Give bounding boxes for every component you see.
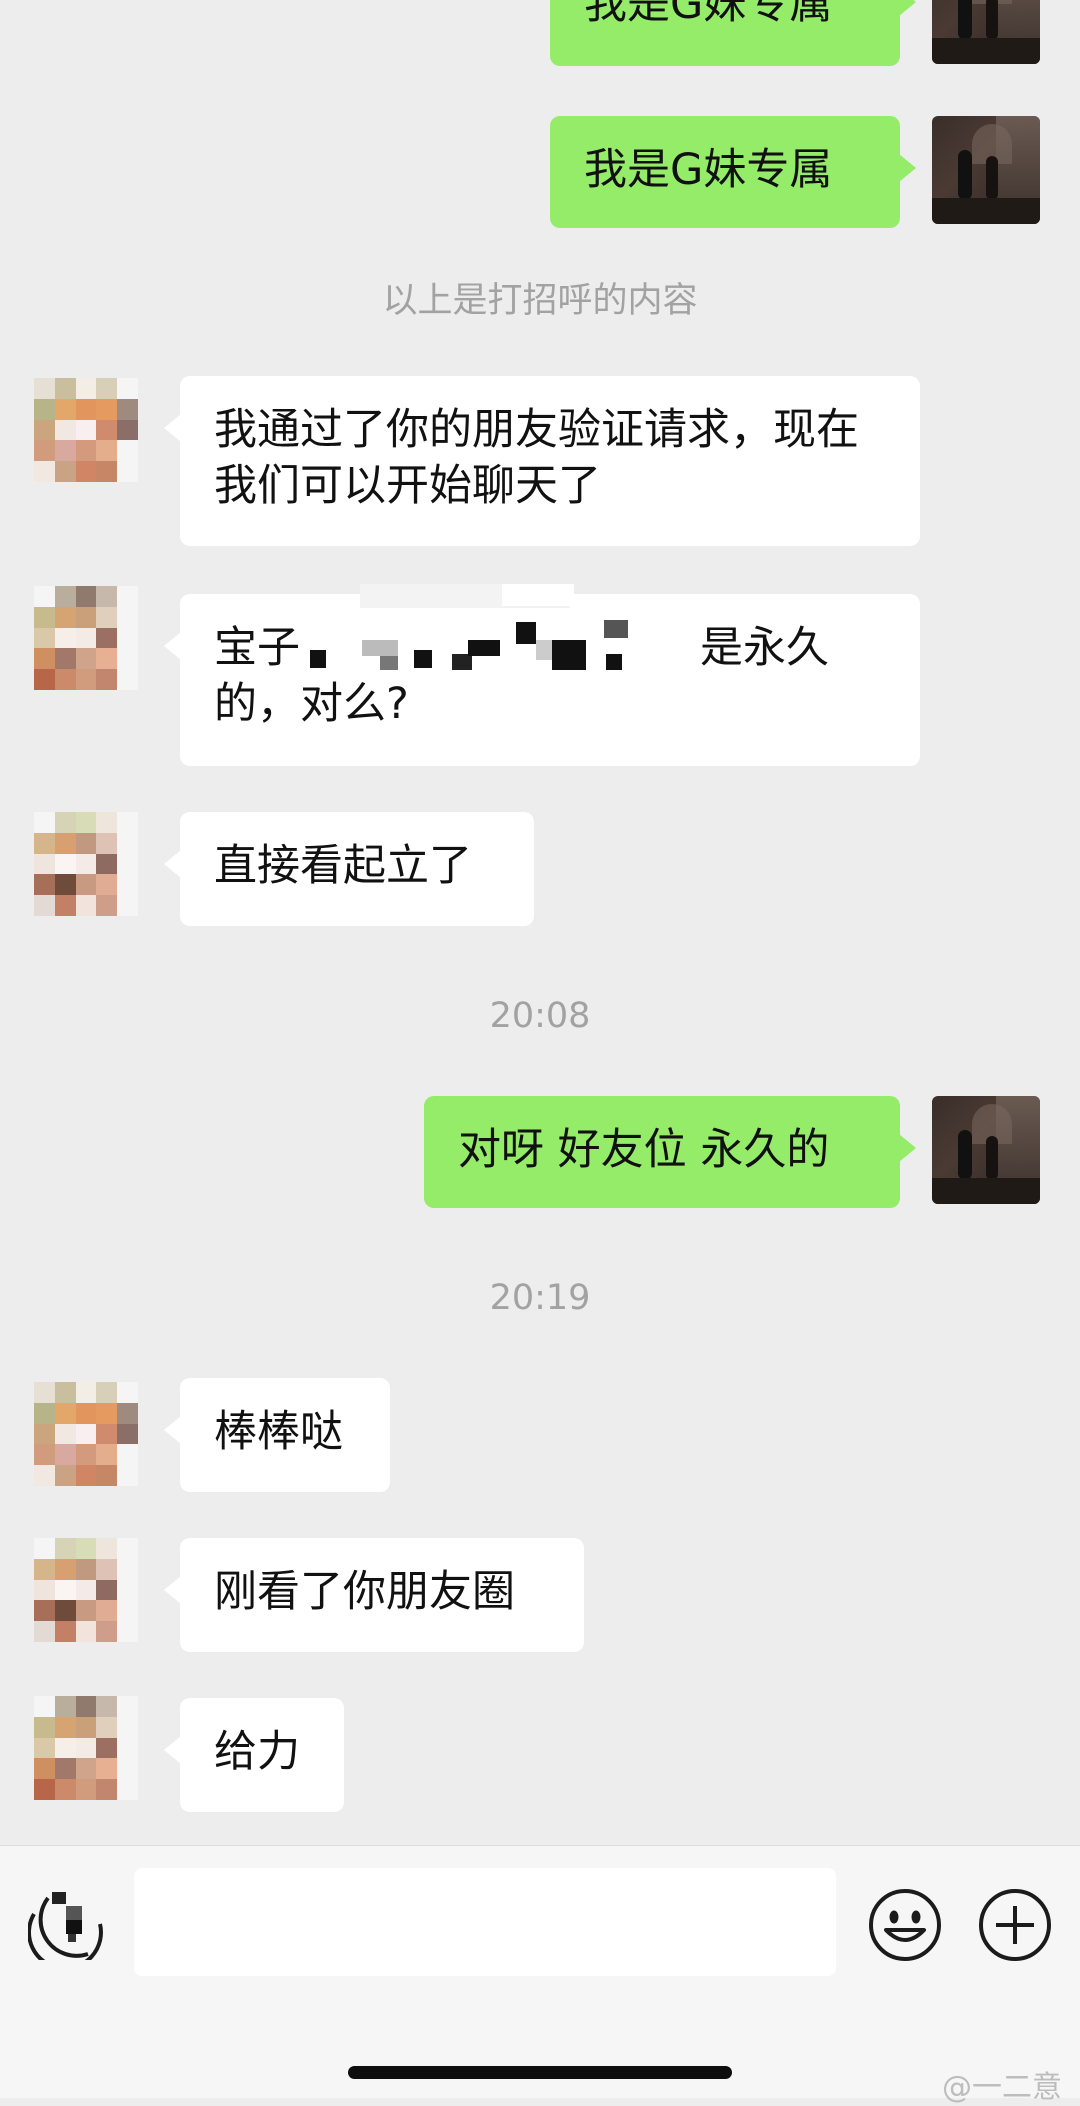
message-bubble-outgoing[interactable]: 对呀 好友位 永久的 [424, 1096, 916, 1208]
message-text: 我通过了你的朋友验证请求，现在我们可以开始聊天了 [214, 405, 859, 511]
voice-icon [26, 1892, 103, 1971]
message-text: 对呀 好友位 永久的 [458, 1125, 830, 1175]
message-text: 直接看起立了 [214, 841, 472, 891]
friend-avatar[interactable] [34, 1696, 138, 1800]
message-text-start: 宝子 [214, 623, 300, 673]
chat-area[interactable]: 我是G妹专属 我是G妹专属 以上是打招呼的内容 我通过了你的朋友验证请求，现在我… [0, 0, 1080, 1845]
message-text: 刚看了你朋友圈 [214, 1567, 515, 1617]
message-bubble-incoming[interactable]: 棒棒哒 [164, 1378, 390, 1492]
friend-avatar[interactable] [34, 1538, 138, 1642]
message-bubble-incoming[interactable]: 给力 [164, 1698, 344, 1812]
voice-button[interactable] [26, 1884, 104, 1971]
self-avatar[interactable] [932, 0, 1040, 64]
self-avatar[interactable] [932, 1096, 1040, 1204]
weibo-watermark: @一二意 [942, 2070, 1062, 2105]
message-bubble-incoming[interactable]: 宝子 是永久的，对么? [164, 594, 920, 766]
friend-avatar[interactable] [34, 812, 138, 916]
plus-icon [979, 1889, 1051, 1961]
emoji-button[interactable] [866, 1886, 944, 1964]
message-bubble-incoming[interactable]: 直接看起立了 [164, 812, 534, 926]
message-text: 我是G妹专属 [584, 0, 833, 29]
message-text: 棒棒哒 [214, 1407, 343, 1457]
message-bubble-incoming[interactable]: 我通过了你的朋友验证请求，现在我们可以开始聊天了 [164, 376, 920, 546]
timestamp: 20:08 [489, 996, 591, 1036]
input-bar [0, 1845, 1080, 2098]
emoji-icon [869, 1889, 941, 1961]
friend-avatar[interactable] [34, 378, 138, 482]
redacted-block [300, 626, 700, 666]
message-text: 我是G妹专属 [584, 145, 833, 195]
message-bubble-outgoing[interactable]: 我是G妹专属 [550, 0, 916, 66]
message-bubble-incoming[interactable]: 刚看了你朋友圈 [164, 1538, 584, 1652]
message-bubble-outgoing[interactable]: 我是G妹专属 [550, 116, 916, 228]
system-message: 以上是打招呼的内容 [382, 281, 698, 321]
timestamp: 20:19 [489, 1278, 591, 1318]
message-input[interactable] [134, 1868, 836, 1976]
plus-button[interactable] [976, 1886, 1054, 1964]
friend-avatar[interactable] [34, 586, 138, 690]
friend-avatar[interactable] [34, 1382, 138, 1486]
message-text: 给力 [214, 1727, 300, 1777]
home-indicator[interactable] [348, 2066, 732, 2079]
self-avatar[interactable] [932, 116, 1040, 224]
